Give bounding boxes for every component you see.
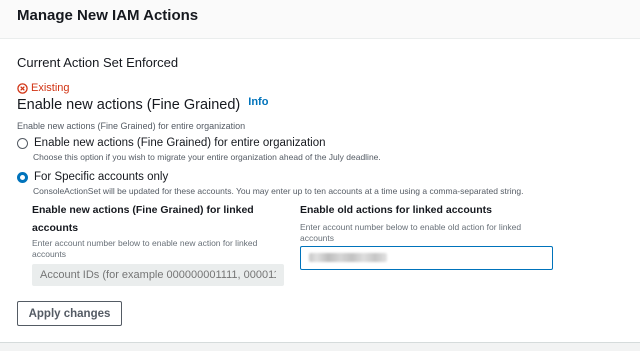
section-title: Current Action Set Enforced [17, 55, 179, 70]
desc-line: accounts [300, 233, 335, 243]
old-actions-linked-description: Enter account number below to enable old… [300, 222, 521, 244]
radio-entire-organization[interactable]: Enable new actions (Fine Grained) for en… [17, 137, 326, 149]
new-actions-account-ids-input [32, 264, 284, 286]
status-existing: Existing [17, 82, 70, 94]
radio-label[interactable]: For Specific accounts only [34, 171, 168, 183]
new-actions-linked-label: Enable new actions (Fine Grained) for li… [32, 202, 254, 236]
field-description: Enable new actions (Fine Grained) for en… [17, 121, 246, 131]
error-circle-icon [17, 82, 28, 94]
label-line: accounts [32, 222, 79, 234]
radio-button-selected[interactable] [17, 172, 28, 183]
panel-header: Manage New IAM Actions [0, 0, 640, 39]
radio-label[interactable]: Enable new actions (Fine Grained) for en… [34, 137, 326, 149]
apply-changes-button[interactable]: Apply changes [17, 301, 122, 326]
radio-description: ConsoleActionSet will be updated for the… [33, 186, 524, 196]
radio-specific-accounts[interactable]: For Specific accounts only [17, 171, 168, 183]
radio-button[interactable] [17, 138, 28, 149]
field-label-text: Enable new actions (Fine Grained) [17, 97, 241, 113]
page-title: Manage New IAM Actions [17, 7, 199, 24]
status-label: Existing [31, 82, 70, 94]
redacted-account-id [309, 253, 387, 262]
radio-description: Choose this option if you wish to migrat… [33, 152, 381, 162]
label-line: Enable new actions (Fine Grained) for li… [32, 204, 254, 216]
old-actions-account-ids-input[interactable] [300, 246, 553, 270]
old-actions-linked-label: Enable old actions for linked accounts [300, 204, 492, 216]
desc-line: accounts [32, 249, 67, 259]
new-actions-linked-description: Enter account number below to enable new… [32, 238, 257, 260]
desc-line: Enter account number below to enable new… [32, 238, 258, 248]
field-label: Enable new actions (Fine Grained) Info [17, 96, 268, 113]
manage-iam-actions-panel: Manage New IAM Actions Current Action Se… [0, 0, 640, 343]
desc-line: Enter account number below to enable old… [300, 222, 522, 232]
info-link[interactable]: Info [248, 96, 268, 108]
